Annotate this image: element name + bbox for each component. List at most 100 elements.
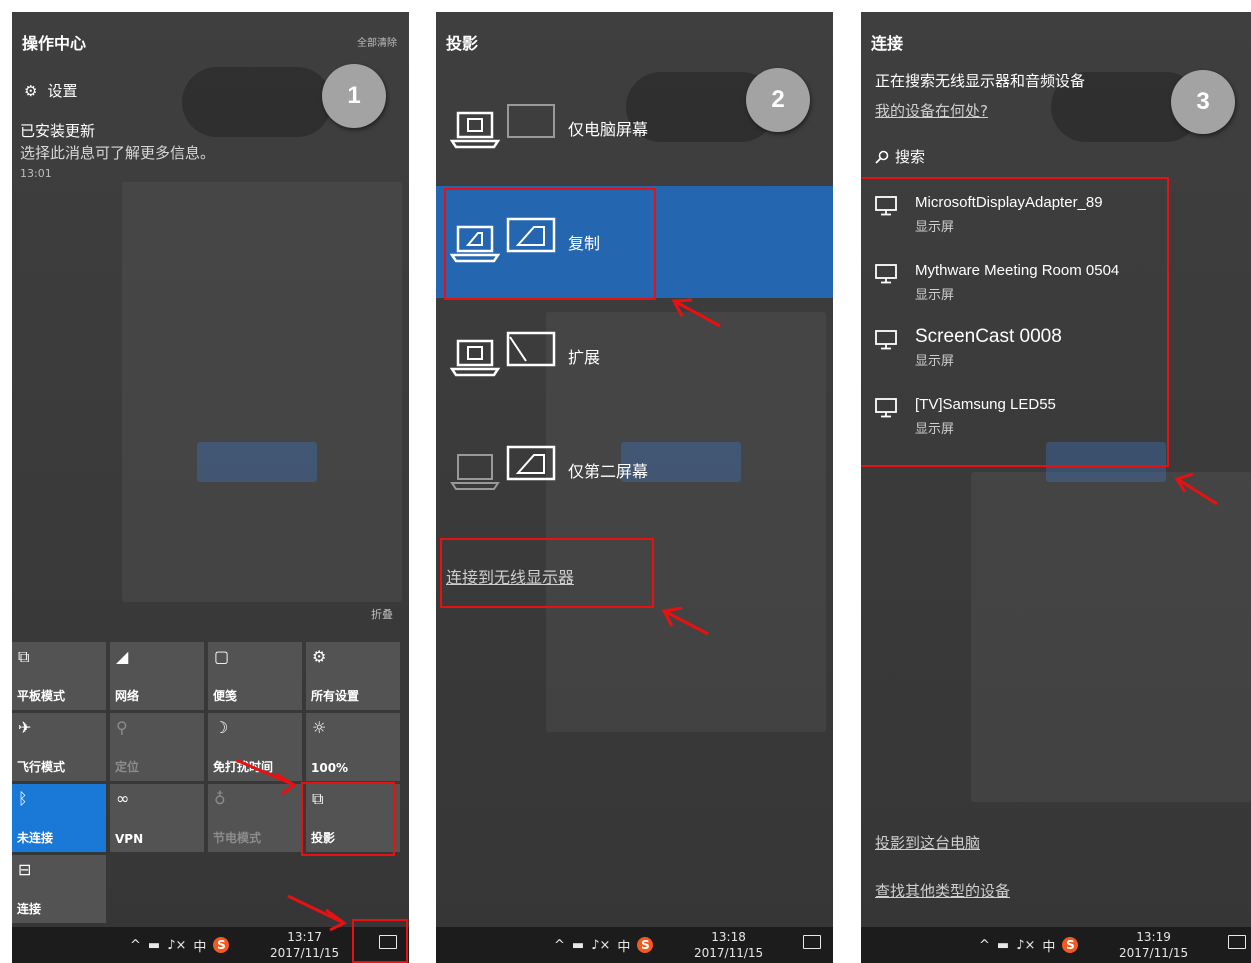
quick-action-tile[interactable]: ⚙ 所有设置 [306, 642, 400, 710]
tile-label: 便笺 [213, 689, 238, 703]
search-label: 搜索 [895, 148, 926, 166]
volume-muted-icon[interactable]: ♪× [591, 938, 610, 953]
chevron-up-icon[interactable]: ^ [554, 938, 565, 953]
system-tray[interactable]: ^ ▬ ♪× 中 S [979, 927, 1079, 963]
red-arrow [671, 298, 721, 328]
highlight-box [440, 538, 654, 608]
sogou-ime-icon[interactable]: S [213, 937, 230, 953]
project-option-second-only[interactable]: 仅第二屏幕 [436, 414, 833, 526]
project-option-pc-only[interactable]: 仅电脑屏幕 [436, 72, 833, 184]
project-option-label: 仅电脑屏幕 [568, 120, 649, 139]
highlight-box [444, 188, 656, 300]
extend-icon [450, 331, 556, 377]
note-icon: ▢ [214, 647, 230, 666]
chevron-up-icon[interactable]: ^ [979, 938, 990, 953]
tile-label: 连接 [17, 902, 42, 916]
clock-date: 2017/11/15 [1119, 946, 1189, 960]
panel-title: 连接 [871, 34, 904, 53]
quiet-hours-icon: ☽ [214, 718, 229, 737]
clock-time: 13:19 [1136, 930, 1171, 944]
sogou-ime-icon[interactable]: S [1062, 937, 1079, 953]
background-blur [182, 67, 332, 137]
tile-label: VPN [115, 832, 144, 846]
gear-icon: ⚙ [24, 81, 38, 100]
tablet-mode-icon: ⧉ [18, 647, 30, 666]
taskbar-clock[interactable]: 13:19 2017/11/15 [1119, 929, 1188, 961]
quick-action-tile[interactable]: ᛒ 未连接 [12, 784, 106, 852]
tile-label: 定位 [115, 760, 140, 774]
project-to-this-pc-link[interactable]: 投影到这台电脑 [875, 832, 980, 853]
notification-title[interactable]: 已安装更新 [20, 120, 95, 141]
brightness-icon: ☼ [312, 718, 327, 737]
quick-action-tile[interactable]: ☼ 100% [306, 713, 400, 781]
background-blur [197, 442, 317, 482]
find-other-devices-link[interactable]: 查找其他类型的设备 [875, 880, 1010, 901]
tile-label: 平板模式 [17, 689, 66, 703]
ime-indicator[interactable]: 中 [193, 936, 206, 955]
vpn-icon: ∞ [116, 789, 130, 808]
highlight-box [352, 919, 408, 963]
volume-muted-icon[interactable]: ♪× [1016, 938, 1035, 953]
project-panel: 投影 2 仅电脑屏幕 复制 扩展 仅第二屏幕 连接到无线显示器 ^ ▬ ♪× 中… [436, 12, 833, 963]
search-row[interactable]: 搜索 [875, 146, 925, 167]
collapse-link[interactable]: 折叠 [371, 606, 393, 622]
bluetooth-icon: ᛒ [18, 789, 28, 808]
action-center-icon[interactable] [1228, 935, 1246, 949]
ime-indicator[interactable]: 中 [1042, 936, 1055, 955]
tile-label: 100% [311, 761, 349, 775]
network-icon: ◢ [116, 647, 129, 666]
quick-action-tile[interactable]: ▢ 便笺 [208, 642, 302, 710]
panel-title: 投影 [446, 34, 479, 53]
clock-date: 2017/11/15 [270, 946, 340, 960]
quick-action-tile[interactable]: ✈ 飞行模式 [12, 713, 106, 781]
project-option-label: 扩展 [568, 348, 601, 367]
connect-icon: ⊟ [18, 860, 32, 879]
tile-label: 飞行模式 [17, 760, 66, 774]
chevron-up-icon[interactable]: ^ [130, 938, 141, 953]
panel-title: 操作中心 [22, 34, 87, 53]
battery-icon[interactable]: ▬ [997, 938, 1009, 953]
search-icon [875, 150, 889, 164]
search-status-text: 正在搜索无线显示器和音频设备 [875, 72, 1086, 90]
volume-muted-icon[interactable]: ♪× [167, 938, 186, 953]
step-badge: 3 [1171, 70, 1235, 134]
second-screen-only-icon [450, 445, 556, 490]
system-tray[interactable]: ^ ▬ ♪× 中 S [554, 927, 654, 963]
action-center-icon[interactable] [803, 935, 821, 949]
quick-action-tile[interactable]: ⊟ 连接 [12, 855, 106, 923]
background-blur [122, 182, 402, 602]
project-option-label: 仅第二屏幕 [568, 462, 649, 481]
tile-label: 所有设置 [311, 689, 360, 703]
quick-action-tile[interactable]: ⚲ 定位 [110, 713, 204, 781]
clock-date: 2017/11/15 [694, 946, 764, 960]
quick-action-tile[interactable]: ∞ VPN [110, 784, 204, 852]
taskbar: ^ ▬ ♪× 中 S 13:18 2017/11/15 [436, 927, 833, 963]
notification-time: 13:01 [20, 167, 52, 180]
background-blur [971, 472, 1251, 802]
red-arrow [661, 606, 709, 636]
tile-label: 网络 [115, 689, 140, 703]
red-arrow [235, 758, 297, 796]
where-is-my-device-link[interactable]: 我的设备在何处? [875, 100, 988, 121]
location-icon: ⚲ [116, 718, 128, 737]
clear-all-link[interactable]: 全部清除 [357, 34, 397, 49]
battery-icon[interactable]: ▬ [572, 938, 584, 953]
quick-action-tile[interactable]: ♁ 节电模式 [208, 784, 302, 852]
notification-body[interactable]: 选择此消息可了解更多信息。 [20, 142, 215, 163]
system-tray[interactable]: ^ ▬ ♪× 中 S [130, 927, 230, 963]
taskbar-clock[interactable]: 13:17 2017/11/15 [270, 929, 339, 961]
quick-action-tile[interactable]: ⧉ 平板模式 [12, 642, 106, 710]
clock-time: 13:18 [711, 930, 746, 944]
highlight-box [301, 782, 395, 856]
quick-action-tile[interactable]: ◢ 网络 [110, 642, 204, 710]
highlight-box [861, 177, 1169, 467]
battery-icon[interactable]: ▬ [148, 938, 160, 953]
taskbar-clock[interactable]: 13:18 2017/11/15 [694, 929, 763, 961]
sogou-ime-icon[interactable]: S [637, 937, 654, 953]
taskbar: ^ ▬ ♪× 中 S 13:17 2017/11/15 [12, 927, 409, 963]
red-arrow [287, 894, 347, 932]
ime-indicator[interactable]: 中 [617, 936, 630, 955]
action-center-panel: 操作中心 全部清除 1 ⚙ 设置 已安装更新 选择此消息可了解更多信息。 13:… [12, 12, 409, 963]
project-option-extend[interactable]: 扩展 [436, 300, 833, 412]
settings-link[interactable]: ⚙ 设置 [24, 80, 77, 101]
